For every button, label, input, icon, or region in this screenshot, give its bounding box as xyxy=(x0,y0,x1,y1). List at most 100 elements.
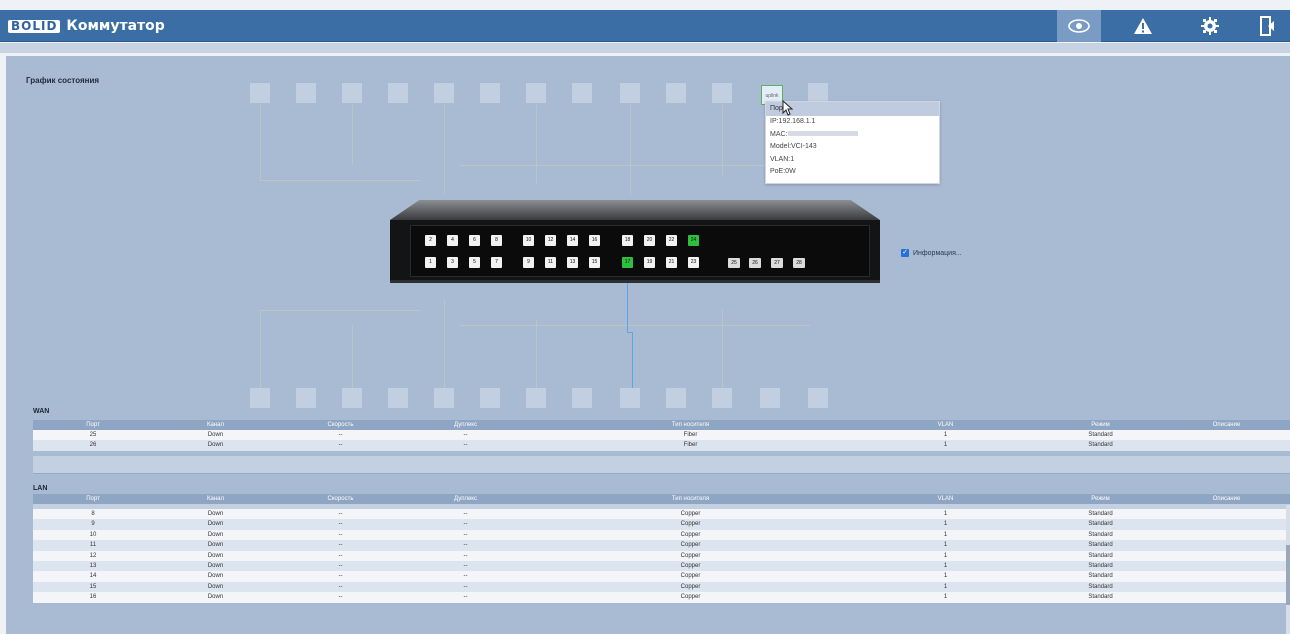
port-box[interactable] xyxy=(296,388,316,408)
switch-port[interactable]: 18 xyxy=(622,235,633,246)
cell-media: Copper xyxy=(680,542,701,549)
port-box[interactable] xyxy=(526,388,546,408)
cell-vlan: 1 xyxy=(943,531,948,538)
port-box[interactable] xyxy=(388,83,408,103)
column-header[interactable]: Режим xyxy=(1038,420,1163,430)
column-header[interactable]: Канал xyxy=(153,420,278,430)
switch-port[interactable]: 22 xyxy=(666,235,677,246)
column-header[interactable]: Скорость xyxy=(278,494,403,504)
port-box[interactable] xyxy=(712,388,732,408)
switch-port[interactable]: 1 xyxy=(425,257,436,268)
alert-icon xyxy=(1134,18,1152,34)
info-checkbox[interactable]: ✓ Информация... xyxy=(901,249,962,257)
table-row[interactable]: 14 Down -- -- Copper 1 Standard xyxy=(33,571,1290,582)
link-line xyxy=(260,310,261,388)
port-box[interactable] xyxy=(620,83,640,103)
table-row[interactable]: 12 Down -- -- Copper 1 Standard xyxy=(33,550,1290,561)
switch-port[interactable]: 5 xyxy=(469,257,480,268)
switch-port[interactable]: 9 xyxy=(523,257,534,268)
port-box[interactable] xyxy=(342,83,362,103)
alarm-button[interactable] xyxy=(1121,10,1165,42)
switch-port[interactable]: 15 xyxy=(589,257,600,268)
view-button[interactable] xyxy=(1057,10,1101,42)
switch-port[interactable]: 8 xyxy=(491,235,502,246)
sfp-port[interactable]: 28 xyxy=(793,258,805,268)
cell-media: Copper xyxy=(680,562,701,569)
gear-icon xyxy=(1201,17,1219,35)
port-box[interactable] xyxy=(572,388,592,408)
column-header[interactable]: VLAN xyxy=(853,494,1038,504)
column-header[interactable]: Режим xyxy=(1038,494,1163,504)
port-box[interactable] xyxy=(712,83,732,103)
cell-port: 8 xyxy=(91,511,95,517)
switch-port[interactable]: 10 xyxy=(523,235,534,246)
column-header[interactable]: Тип носителя xyxy=(528,420,853,430)
switch-port[interactable]: 23 xyxy=(688,257,699,268)
switch-port[interactable]: 2 xyxy=(425,235,436,246)
switch-port[interactable]: 20 xyxy=(644,235,655,246)
status-graph-title: График состояния xyxy=(26,76,100,85)
table-row[interactable]: 10 Down -- -- Copper 1 Standard xyxy=(33,529,1290,541)
switch-port[interactable]: 6 xyxy=(469,235,480,246)
logout-button[interactable] xyxy=(1246,10,1290,42)
port-box[interactable] xyxy=(760,388,780,408)
column-header[interactable]: Дуплекс xyxy=(403,494,528,504)
port-box[interactable] xyxy=(480,388,500,408)
switch-port[interactable]: 19 xyxy=(644,257,655,268)
column-header[interactable]: Дуплекс xyxy=(403,420,528,430)
scrollbar-thumb[interactable] xyxy=(1286,545,1290,605)
port-box[interactable] xyxy=(480,83,500,103)
switch-port[interactable]: 4 xyxy=(447,235,458,246)
switch-port[interactable]: 13 xyxy=(567,257,578,268)
column-header[interactable]: Скорость xyxy=(278,420,403,430)
switch-port[interactable]: 12 xyxy=(545,235,556,246)
column-header[interactable]: Порт xyxy=(33,494,153,504)
column-header[interactable]: Канал xyxy=(153,494,278,504)
column-header[interactable]: Описание xyxy=(1163,494,1290,504)
checkbox-checked-icon[interactable]: ✓ xyxy=(901,249,909,257)
column-header[interactable]: Порт xyxy=(33,420,153,430)
column-header[interactable]: VLAN xyxy=(853,420,1038,430)
port-box[interactable] xyxy=(388,388,408,408)
port-box[interactable] xyxy=(526,83,546,103)
port-box[interactable] xyxy=(434,83,454,103)
column-header[interactable]: Тип носителя xyxy=(528,494,853,504)
switch-port[interactable]: 7 xyxy=(491,257,502,268)
switch-port[interactable]: 14 xyxy=(567,235,578,246)
table-row[interactable]: 25 Down -- -- Fiber 1 Standard xyxy=(33,430,1290,441)
port-box[interactable] xyxy=(296,83,316,103)
port-box[interactable] xyxy=(620,388,640,408)
table-row[interactable]: 16 Down -- -- Copper 1 Standard xyxy=(33,592,1290,603)
cell-link: Down xyxy=(207,531,224,538)
settings-button[interactable] xyxy=(1188,10,1232,42)
port-box[interactable] xyxy=(342,388,362,408)
port-box[interactable] xyxy=(572,83,592,103)
port-box[interactable] xyxy=(808,388,828,408)
sfp-port[interactable]: 26 xyxy=(749,258,761,268)
column-header[interactable]: Описание xyxy=(1163,420,1290,430)
table-row[interactable]: 13 Down -- -- Copper 1 Standard xyxy=(33,560,1290,572)
port-box[interactable] xyxy=(250,388,270,408)
table-row[interactable]: 11 Down -- -- Copper 1 Standard xyxy=(33,540,1290,551)
port-box[interactable] xyxy=(250,83,270,103)
port-box[interactable] xyxy=(434,388,454,408)
switch-port-up[interactable]: 24 xyxy=(688,235,699,246)
port-box[interactable] xyxy=(666,83,686,103)
table-row[interactable]: 9 Down -- -- Copper 1 Standard xyxy=(33,519,1290,530)
table-header: Порт Канал Скорость Дуплекс Тип носителя… xyxy=(33,494,1290,504)
cell-media: Copper xyxy=(680,521,701,528)
cell-description xyxy=(1163,530,1290,540)
table-row[interactable]: 26 Down -- -- Fiber 1 Standard xyxy=(33,440,1290,451)
switch-port[interactable]: 3 xyxy=(447,257,458,268)
top-bar: BOLID Коммутатор xyxy=(0,10,1290,42)
port-box[interactable] xyxy=(808,83,828,103)
switch-port-up[interactable]: 17 xyxy=(622,257,633,268)
switch-port[interactable]: 21 xyxy=(666,257,677,268)
table-row[interactable]: 8 Down -- -- Copper 1 Standard xyxy=(33,509,1290,520)
table-row[interactable]: 15 Down -- -- Copper 1 Standard xyxy=(33,581,1290,593)
switch-port[interactable]: 11 xyxy=(545,257,556,268)
sfp-port[interactable]: 25 xyxy=(728,258,740,268)
port-box[interactable] xyxy=(666,388,686,408)
sfp-port[interactable]: 27 xyxy=(771,258,783,268)
switch-port[interactable]: 16 xyxy=(589,235,600,246)
